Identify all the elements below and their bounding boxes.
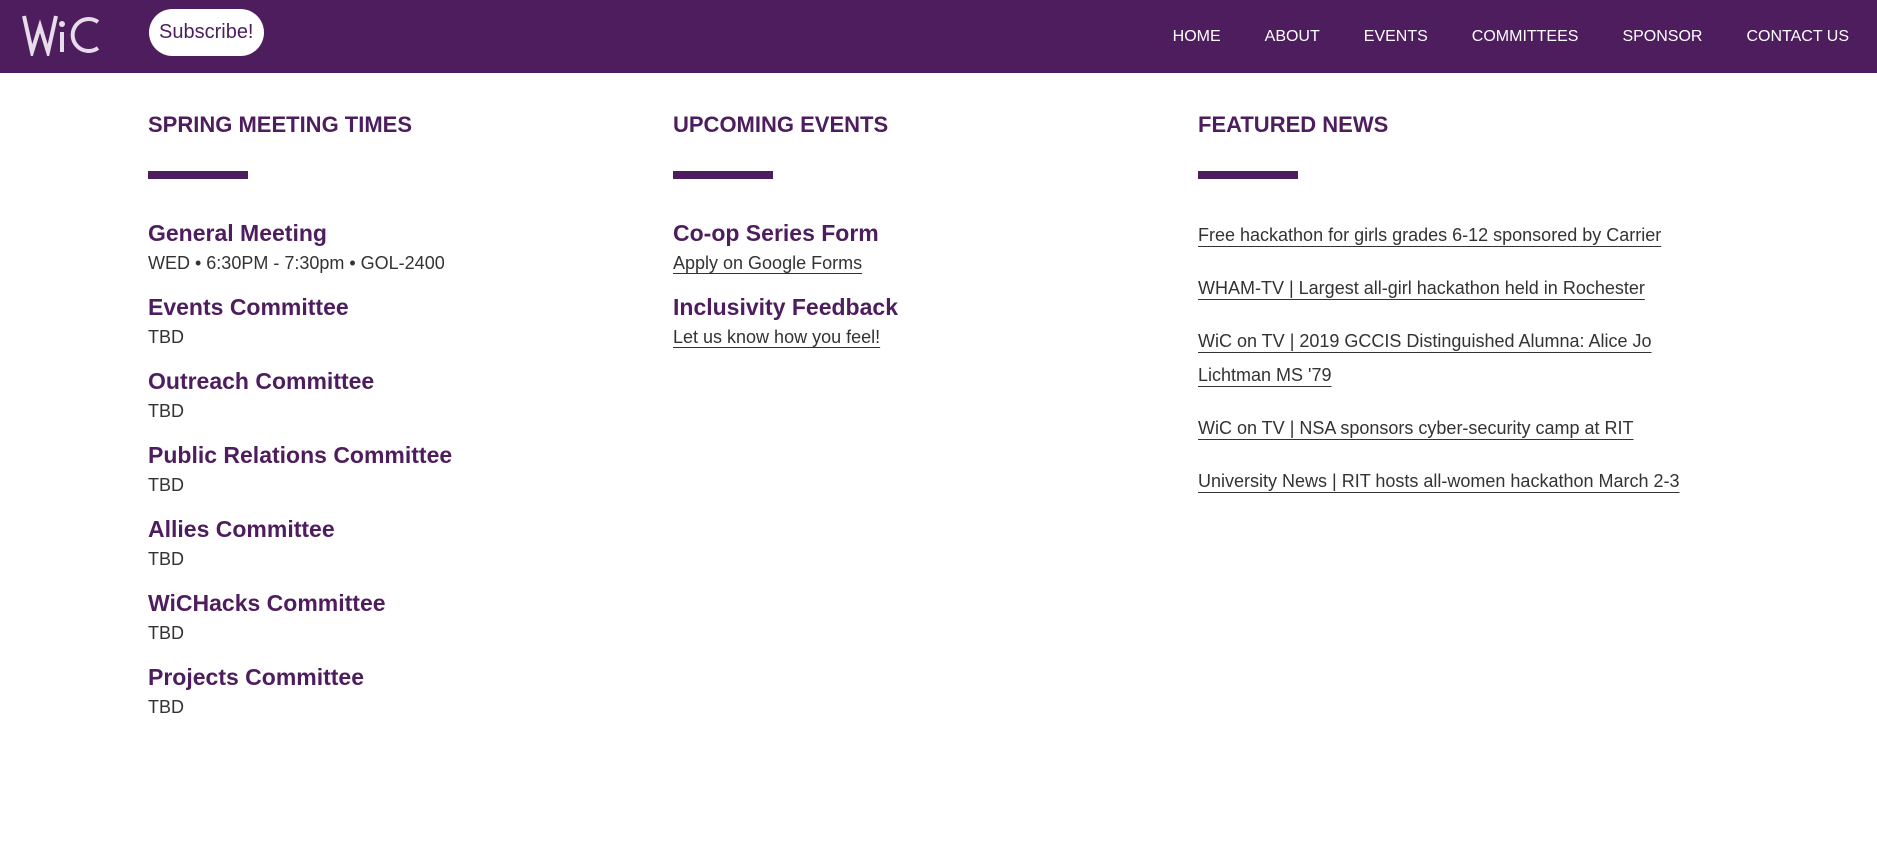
meeting-name: Projects Committee [148,664,365,690]
main-nav: HOME ABOUT EVENTS COMMITTEES SPONSOR CON… [1129,0,1849,73]
meeting-name: WiCHacks Committee [148,590,386,616]
news-link[interactable]: WHAM-TV | Largest all-girl hackathon hel… [1198,271,1708,305]
news-link[interactable]: University News | RIT hosts all-women ha… [1198,464,1708,498]
nav-home[interactable]: HOME [1173,28,1221,46]
meeting-time: TBD [148,623,184,643]
event-link[interactable]: Apply on Google Forms [673,248,898,278]
meeting-times-section: SPRING MEETING TIMES General Meeting WED… [148,112,452,736]
meeting-time: TBD [148,697,184,717]
event-name: Co-op Series Form [673,220,879,246]
nav-committees[interactable]: COMMITTEES [1472,28,1579,46]
news-link[interactable]: WiC on TV | 2019 GCCIS Distinguished Alu… [1198,324,1708,392]
nav-about[interactable]: ABOUT [1265,28,1320,46]
meeting-time: TBD [148,401,184,421]
meeting-name: Events Committee [148,294,349,320]
meeting-time: TBD [148,327,184,347]
nav-contact-us[interactable]: CONTACT US [1746,28,1849,46]
meeting-time: TBD [148,549,184,569]
meeting-name: General Meeting [148,220,327,246]
featured-news-section: FEATURED NEWS Free hackathon for girls g… [1198,112,1708,517]
nav-sponsor[interactable]: SPONSOR [1622,28,1702,46]
title-underline-bar [148,171,248,179]
meeting-name: Public Relations Committee [148,442,453,468]
section-title: FEATURED NEWS [1198,112,1389,137]
title-underline-bar [673,171,773,179]
upcoming-events-section: UPCOMING EVENTS Co-op Series Form Apply … [673,112,898,366]
event-link[interactable]: Let us know how you feel! [673,322,898,352]
title-underline-bar [1198,171,1298,179]
nav-events[interactable]: EVENTS [1364,28,1428,46]
meeting-time: TBD [148,475,184,495]
news-link[interactable]: WiC on TV | NSA sponsors cyber-security … [1198,411,1708,445]
news-link[interactable]: Free hackathon for girls grades 6-12 spo… [1198,218,1708,252]
meeting-name: Outreach Committee [148,368,375,394]
top-navbar: Subscribe! HOME ABOUT EVENTS COMMITTEES … [0,0,1877,73]
wic-logo[interactable] [22,12,102,60]
meeting-time: WED • 6:30PM - 7:30pm • GOL-2400 [148,253,445,273]
subscribe-button[interactable]: Subscribe! [149,9,264,56]
event-name: Inclusivity Feedback [673,294,898,320]
section-title: SPRING MEETING TIMES [148,112,413,137]
meeting-name: Allies Committee [148,516,335,542]
section-title: UPCOMING EVENTS [673,112,889,137]
